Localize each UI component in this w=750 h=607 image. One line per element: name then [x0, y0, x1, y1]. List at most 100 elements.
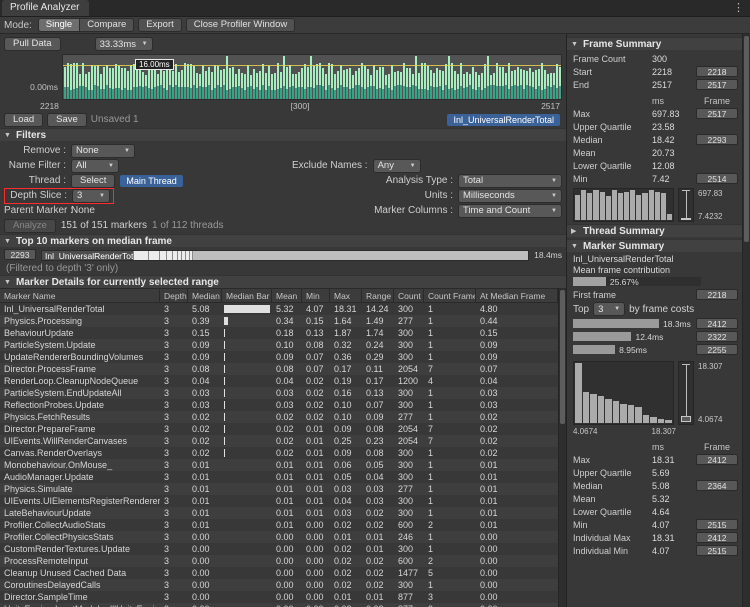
marker-row[interactable]: Director.ProcessFrame30.080.080.070.170.…: [0, 363, 558, 375]
goto-frame-button[interactable]: 2412: [696, 454, 738, 465]
name-filter-dropdown[interactable]: All ▼: [71, 159, 119, 173]
goto-frame-button[interactable]: 2412: [696, 532, 738, 543]
marker-row[interactable]: ParticleSystem.EndUpdateAll30.030.030.02…: [0, 387, 558, 399]
column-header[interactable]: Count Frame: [424, 289, 476, 302]
marker-row[interactable]: UpdateRendererBoundingVolumes30.090.090.…: [0, 351, 558, 363]
table-scrollbar[interactable]: [558, 288, 566, 607]
column-header[interactable]: Depth: [160, 289, 188, 302]
column-header[interactable]: Count: [394, 289, 424, 302]
thread-summary-foldout[interactable]: ▶ Thread Summary: [567, 224, 746, 237]
marker-row[interactable]: Canvas.RenderOverlays30.020.020.010.090.…: [0, 447, 558, 459]
analysis-type-dropdown[interactable]: Total ▼: [458, 174, 562, 188]
column-header[interactable]: Mean: [272, 289, 302, 302]
goto-frame-button[interactable]: 2218: [696, 66, 738, 77]
column-header[interactable]: Median Bar: [222, 289, 272, 302]
marker-row[interactable]: Monobehaviour.OnMouse_30.010.010.010.060…: [0, 459, 558, 471]
top-marker-selected-segment[interactable]: Inl_UniversalRenderTotal: [42, 251, 134, 260]
units-dropdown[interactable]: Milliseconds ▼: [458, 189, 562, 203]
marker-row[interactable]: CoroutinesDelayedCalls30.000.000.000.020…: [0, 579, 558, 591]
goto-frame-button[interactable]: 2322: [696, 331, 738, 342]
marker-row[interactable]: ProcessRemoteInput30.000.000.000.020.026…: [0, 555, 558, 567]
cell: 3: [160, 339, 188, 351]
goto-frame-button[interactable]: 2515: [696, 545, 738, 556]
goto-frame-button[interactable]: 2218: [696, 289, 738, 300]
remove-dropdown[interactable]: None ▼: [71, 144, 135, 158]
marker-columns-dropdown[interactable]: Time and Count ▼: [458, 204, 562, 218]
top-n-dropdown[interactable]: 3 ▼: [593, 302, 625, 316]
cell: [222, 555, 272, 567]
marker-row[interactable]: Director.SampleTime30.000.000.000.010.01…: [0, 591, 558, 603]
scrollbar-thumb[interactable]: [744, 36, 749, 242]
marker-row[interactable]: ParticleSystem.Update30.090.100.080.320.…: [0, 339, 558, 351]
frame-bar: [64, 67, 66, 99]
exclude-names-dropdown[interactable]: Any ▼: [373, 159, 421, 173]
top-marker-segment[interactable]: [149, 251, 160, 260]
cell: [222, 327, 272, 339]
frame-summary-foldout[interactable]: ▼ Frame Summary: [567, 37, 746, 50]
column-header[interactable]: At Median Frame: [476, 289, 558, 302]
scrollbar-thumb[interactable]: [560, 290, 565, 424]
goto-frame-button[interactable]: 2412: [696, 318, 738, 329]
goto-frame-button[interactable]: 2514: [696, 173, 738, 184]
goto-frame-button[interactable]: 2515: [696, 519, 738, 530]
cell: 1: [424, 495, 476, 507]
top-marker-segment[interactable]: [160, 251, 168, 260]
cell: 0.39: [188, 315, 222, 327]
goto-frame-button[interactable]: 2293: [4, 249, 36, 260]
goto-frame-button[interactable]: 2364: [696, 480, 738, 491]
selected-marker-chip[interactable]: Inl_UniversalRenderTotal: [447, 114, 560, 126]
marker-row[interactable]: UnityEngine.InputModule.dllUnityEngineIn…: [0, 603, 558, 607]
goto-frame-button[interactable]: 2255: [696, 344, 738, 355]
export-button[interactable]: Export: [138, 18, 181, 32]
marker-row[interactable]: Inl_UniversalRenderTotal35.085.324.0718.…: [0, 303, 558, 315]
top-markers-foldout[interactable]: ▼ Top 10 markers on median frame: [0, 234, 566, 247]
summary-scrollbar[interactable]: [742, 34, 750, 607]
depth-slice-dropdown[interactable]: 3 ▼: [72, 189, 110, 203]
selected-marker-portion: [202, 87, 204, 99]
goto-frame-button[interactable]: 2293: [696, 134, 738, 145]
column-header[interactable]: Range: [362, 289, 394, 302]
marker-row[interactable]: BehaviourUpdate30.150.180.131.871.743001…: [0, 327, 558, 339]
marker-row[interactable]: Physics.Simulate30.010.010.010.030.03277…: [0, 483, 558, 495]
close-profiler-window-button[interactable]: Close Profiler Window: [186, 18, 295, 32]
column-header[interactable]: Marker Name: [0, 289, 160, 302]
marker-summary-foldout[interactable]: ▼ Marker Summary: [567, 239, 746, 252]
frame-time-chart[interactable]: 16.00ms: [62, 54, 562, 100]
save-button[interactable]: Save: [47, 113, 87, 127]
analyze-button[interactable]: Analyze: [4, 219, 56, 233]
load-button[interactable]: Load: [4, 113, 43, 127]
frame-range-dropdown[interactable]: 33.33ms ▼: [95, 37, 153, 51]
marker-details-foldout[interactable]: ▼ Marker Details for currently selected …: [0, 275, 566, 288]
marker-row[interactable]: LateBehaviourUpdate30.010.010.010.030.02…: [0, 507, 558, 519]
marker-row[interactable]: AudioManager.Update30.010.010.010.050.04…: [0, 471, 558, 483]
column-header[interactable]: Min: [302, 289, 330, 302]
marker-row[interactable]: RenderLoop.CleanupNodeQueue30.040.040.02…: [0, 375, 558, 387]
column-header[interactable]: Median: [188, 289, 222, 302]
mode-compare-button[interactable]: Compare: [79, 18, 134, 32]
selected-marker-portion: [385, 85, 387, 99]
marker-row[interactable]: UIEvents.UIElementsRegisterRenderers30.0…: [0, 495, 558, 507]
thread-select-button[interactable]: Select: [71, 174, 115, 188]
tab-profile-analyzer[interactable]: Profile Analyzer: [2, 0, 89, 16]
marker-row[interactable]: Cleanup Unused Cached Data30.000.000.000…: [0, 567, 558, 579]
top-frame-row: 8.95ms2255: [573, 343, 738, 356]
top-marker-segment[interactable]: [134, 251, 149, 260]
column-header[interactable]: Max: [330, 289, 362, 302]
filters-foldout[interactable]: ▼ Filters: [0, 128, 566, 141]
marker-row[interactable]: Profiler.CollectAudioStats30.010.010.000…: [0, 519, 558, 531]
selected-marker-portion: [433, 87, 435, 99]
marker-row[interactable]: Physics.FetchResults30.020.020.020.100.0…: [0, 411, 558, 423]
marker-row[interactable]: Director.PrepareFrame30.020.020.010.090.…: [0, 423, 558, 435]
marker-row[interactable]: Profiler.CollectPhysicsStats30.000.000.0…: [0, 531, 558, 543]
cell: 0.01: [362, 531, 394, 543]
goto-frame-button[interactable]: 2517: [696, 79, 738, 90]
selected-marker-portion: [268, 86, 270, 99]
mode-single-button[interactable]: Single: [38, 18, 79, 32]
kebab-menu-icon[interactable]: ⋮: [733, 1, 744, 14]
marker-row[interactable]: CustomRenderTextures.Update30.000.000.00…: [0, 543, 558, 555]
goto-frame-button[interactable]: 2517: [696, 108, 738, 119]
marker-row[interactable]: Physics.Processing30.390.340.151.641.492…: [0, 315, 558, 327]
marker-row[interactable]: ReflectionProbes.Update30.030.030.020.10…: [0, 399, 558, 411]
pull-data-button[interactable]: Pull Data: [4, 37, 61, 51]
marker-row[interactable]: UIEvents.WillRenderCanvases30.020.020.01…: [0, 435, 558, 447]
